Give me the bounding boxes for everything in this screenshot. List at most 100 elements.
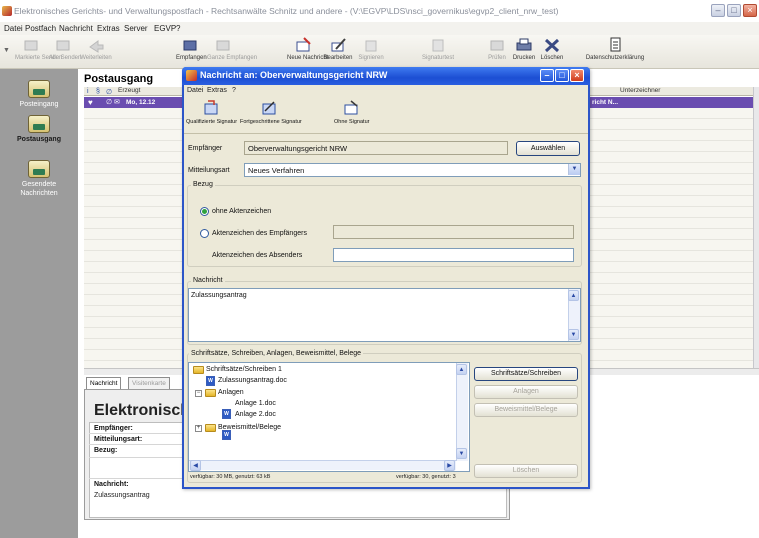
dialog-menu-extras[interactable]: Extras <box>207 87 227 94</box>
receive-button[interactable]: Empfangen <box>176 37 207 67</box>
toolbar-label: Prüfen <box>488 55 506 61</box>
tree-item[interactable]: Schriftsätze/Schreiben 1 <box>206 366 282 373</box>
add-schriftsaetze-button[interactable]: Schriftsätze/Schreiben <box>474 367 578 381</box>
envelope-icon: ✉ <box>114 99 120 106</box>
advanced-signature-button[interactable]: Fortgeschrittene Signatur <box>240 100 302 125</box>
column-header-erzeugt[interactable]: Erzeugt <box>118 87 140 94</box>
word-document-icon <box>206 376 215 386</box>
tab-visitenkarte[interactable]: Visitenkarte <box>128 377 170 389</box>
expand-icon[interactable]: + <box>195 425 202 432</box>
menu-datei[interactable]: Datei <box>4 24 23 33</box>
dialog-menu-datei[interactable]: Datei <box>187 87 203 94</box>
edit-icon <box>329 37 347 53</box>
dialog-title: Nachricht an: Oberverwaltungsgericht NRW <box>200 70 388 80</box>
sidebar-item-label: Postausgang <box>17 136 61 143</box>
radio-recipient-reference-label: Aktenzeichen des Empfängers <box>212 230 307 237</box>
paragraph-column-icon: § <box>96 88 100 95</box>
no-signature-button[interactable]: Ohne Signatur <box>334 100 369 125</box>
radio-recipient-reference[interactable] <box>200 229 209 238</box>
sidebar-item-postausgang[interactable]: Postausgang <box>4 115 74 144</box>
forward-icon <box>87 37 105 53</box>
tab-nachricht[interactable]: Nachricht <box>86 377 122 389</box>
preview-message-text: Zulassungsantrag <box>94 492 150 499</box>
window-title: Elektronisches Gerichts- und Verwaltungs… <box>14 6 559 16</box>
scroll-down-icon[interactable]: ▼ <box>456 448 467 459</box>
menu-help[interactable]: ? <box>176 24 180 33</box>
choose-recipient-button[interactable]: Auswählen <box>516 141 580 156</box>
add-schriftsaetze-label: Schriftsätze/Schreiben <box>490 370 562 377</box>
dialog-close-button[interactable]: × <box>570 69 584 82</box>
toolbar-label: Drucken <box>512 55 536 61</box>
dialog-toolbar-label: Fortgeschrittene Signatur <box>240 119 302 125</box>
sign-button[interactable]: Signieren <box>356 37 386 67</box>
preview-label-recipient: Empfänger: <box>94 425 133 432</box>
chevron-down-icon[interactable]: ▼ <box>568 164 580 175</box>
receive-all-button[interactable]: Ganze Empfangen <box>207 37 257 67</box>
word-document-icon <box>222 409 231 419</box>
collapse-icon[interactable]: − <box>195 390 202 397</box>
menu-nachricht[interactable]: Nachricht <box>59 24 93 33</box>
message-type-select[interactable]: Neues Verfahren <box>244 163 581 177</box>
toolbar-label: Bearbeiten <box>323 55 353 61</box>
close-button[interactable]: × <box>743 4 757 17</box>
edit-button[interactable]: Bearbeiten <box>323 37 353 67</box>
signature-qualified-icon <box>202 100 220 116</box>
new-message-icon <box>294 37 312 53</box>
menu-postfach[interactable]: Postfach <box>25 24 56 33</box>
scroll-up-icon[interactable]: ▲ <box>456 364 467 375</box>
send-all-button[interactable]: Alle Senden <box>49 37 81 67</box>
toolbar-label: Empfangen <box>176 55 207 61</box>
sidebar-item-posteingang[interactable]: Posteingang <box>4 80 74 109</box>
menu-extras[interactable]: Extras <box>97 24 120 33</box>
tree-vertical-scrollbar[interactable] <box>456 363 468 461</box>
check-button[interactable]: Prüfen <box>485 37 509 67</box>
sent-icon <box>28 160 50 178</box>
dialog-minimize-button[interactable]: – <box>540 69 554 82</box>
dialog-menu-help[interactable]: ? <box>232 87 236 94</box>
column-header-unterzeichner[interactable]: Unterzeichner <box>620 87 660 94</box>
delete-button[interactable]: Löschen <box>539 37 565 67</box>
row-recipient: richt N... <box>592 99 619 106</box>
preview-label-reference: Bezug: <box>94 447 118 454</box>
row-date: Mo, 12.12 <box>126 99 156 106</box>
attachment-column-icon: ∅ <box>106 89 113 96</box>
add-anlagen-button[interactable]: Anlagen <box>474 385 578 399</box>
send-all-icon <box>54 37 72 53</box>
dialog-maximize-button[interactable]: □ <box>555 69 569 82</box>
signature-test-button[interactable]: Signaturtest <box>420 37 456 67</box>
choose-recipient-label: Auswählen <box>530 145 566 152</box>
qualified-signature-button[interactable]: Qualifizierte Signatur <box>186 100 238 125</box>
menu-egvp[interactable]: EGVP <box>154 24 176 33</box>
radio-no-reference[interactable] <box>200 207 209 216</box>
tree-item[interactable]: Anlage 2.doc <box>235 411 276 418</box>
scroll-down-icon[interactable]: ▼ <box>568 329 579 340</box>
tree-item[interactable]: Anlagen <box>218 389 244 396</box>
scroll-left-icon[interactable]: ◀ <box>190 460 201 471</box>
sender-reference-field[interactable] <box>333 248 574 262</box>
forward-button[interactable]: Weiterleiten <box>80 37 112 67</box>
delete-attachment-button[interactable]: Löschen <box>474 464 578 478</box>
outbox-icon <box>28 115 50 133</box>
send-marked-button[interactable]: Markierte Senden <box>15 37 63 67</box>
scroll-up-icon[interactable]: ▲ <box>568 290 579 301</box>
print-button[interactable]: Drucken <box>511 37 537 67</box>
check-icon <box>488 37 506 53</box>
minimize-button[interactable]: – <box>711 4 725 17</box>
toolbar-label: Datenschutzerklärung <box>585 55 645 61</box>
tree-item[interactable]: Beweismittel/Belege <box>218 424 281 431</box>
tree-item[interactable]: Anlage 1.doc <box>235 400 276 407</box>
scroll-right-icon[interactable]: ▶ <box>444 460 455 471</box>
privacy-button[interactable]: Datenschutzerklärung <box>585 37 645 67</box>
tree-item[interactable]: Zulassungsantrag.doc <box>218 377 287 384</box>
receive-all-icon <box>214 37 232 53</box>
tree-horizontal-scrollbar[interactable] <box>189 460 456 470</box>
list-scrollbar[interactable] <box>753 87 759 370</box>
sidebar-item-gesendete[interactable]: Gesendete Nachrichten <box>4 160 74 198</box>
add-beweismittel-button[interactable]: Beweismittel/Belege <box>474 403 578 417</box>
new-message-button[interactable]: Neue Nachricht <box>287 37 328 67</box>
maximize-button[interactable]: □ <box>727 4 741 17</box>
toolbar-label: Markierte Senden <box>15 55 63 61</box>
menu-server[interactable]: Server <box>124 24 148 33</box>
dialog-toolbar-label: Qualifizierte Signatur <box>186 119 238 125</box>
inbox-icon <box>28 80 50 98</box>
